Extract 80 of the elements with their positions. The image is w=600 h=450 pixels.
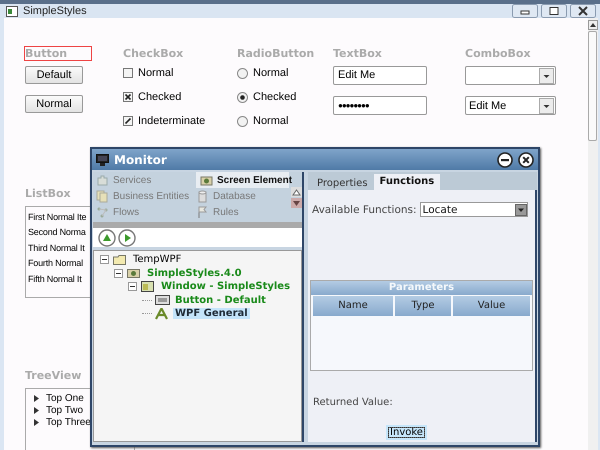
window-title: Monitor (114, 152, 167, 166)
scrollbar[interactable] (588, 18, 598, 450)
field-label: Returned Value: (312, 397, 394, 408)
tree-node[interactable]: Button - Default (173, 294, 268, 306)
collapse-icon[interactable] (114, 268, 123, 278)
collapse-icon[interactable] (100, 255, 109, 264)
checkbox[interactable] (123, 92, 133, 102)
button[interactable]: Default (25, 66, 83, 84)
minimize-icon[interactable] (497, 152, 513, 168)
ok-button-icon (155, 294, 170, 306)
maximize-icon[interactable] (541, 4, 567, 18)
database-icon (196, 190, 209, 202)
dots-icon (96, 206, 109, 218)
text-field[interactable]: Edit Me (333, 66, 427, 85)
tree-node[interactable]: Window - SimpleStyles (159, 281, 292, 292)
letter-icon (155, 308, 170, 320)
radio-label: Checked (253, 91, 296, 103)
tree-node[interactable]: TempWPF (131, 254, 184, 266)
tree-item[interactable]: Top Three (46, 416, 91, 428)
column-header[interactable]: Value (453, 296, 530, 316)
tab-label: Database (213, 190, 256, 202)
close-icon[interactable] (518, 152, 534, 168)
checkbox-label: Checked (138, 91, 182, 103)
collapse-icon[interactable] (128, 282, 137, 292)
checkbox-label: Normal (138, 67, 174, 79)
list-item[interactable]: Fourth Normal (28, 256, 83, 272)
password-field[interactable]: ●●●●●●●● (333, 96, 427, 115)
close-icon[interactable] (570, 4, 596, 18)
minimize-icon[interactable] (512, 4, 538, 18)
section-label: Button (25, 47, 92, 60)
checkbox-label: Indeterminate (138, 115, 206, 127)
combo-box[interactable]: Edit Me (465, 96, 556, 115)
list-item[interactable]: Third Normal It (28, 240, 85, 256)
button[interactable]: Normal (25, 95, 83, 113)
list-item[interactable]: First Normal Ite (28, 210, 86, 226)
tab[interactable]: Properties (311, 176, 374, 190)
window-icon (141, 280, 156, 293)
tree-item[interactable]: Top One (46, 392, 84, 404)
column-header[interactable]: Name (313, 296, 393, 316)
documents-icon (96, 190, 109, 202)
column-header[interactable]: Type (395, 296, 451, 316)
list-item[interactable]: Fifth Normal It (28, 272, 82, 287)
section-label: RadioButton (237, 47, 314, 60)
scroll-down-icon[interactable] (291, 198, 302, 208)
section-label: ListBox (25, 187, 71, 200)
puzzle-icon (96, 174, 109, 186)
function-dropdown[interactable]: Locate (420, 202, 528, 217)
tab[interactable]: Functions (374, 174, 440, 190)
section-label: CheckBox (123, 47, 184, 60)
flag-icon (196, 206, 209, 218)
section-label: TextBox (333, 47, 382, 60)
radio-label: Normal (253, 115, 288, 127)
checkbox[interactable] (123, 68, 133, 78)
radio-button[interactable] (237, 116, 248, 126)
radio-label: Normal (253, 67, 288, 79)
checkbox[interactable] (123, 116, 133, 126)
invoke-button[interactable]: Invoke (386, 425, 427, 440)
tab-label: Business Entities (113, 190, 190, 202)
camera-icon (127, 267, 142, 280)
tree-node[interactable]: SimpleStyles.4.0 (145, 268, 244, 279)
tab-label: Services (113, 174, 152, 186)
folder-icon (113, 254, 128, 266)
scroll-thumb[interactable] (588, 31, 597, 141)
scroll-up-icon[interactable] (291, 186, 302, 196)
radio-button[interactable] (237, 68, 248, 78)
tab-label: Rules (213, 206, 239, 218)
play-icon[interactable] (118, 228, 136, 246)
monitor-icon (96, 154, 109, 166)
window-title: SimpleStyles (23, 5, 87, 17)
radio-button[interactable] (237, 92, 248, 102)
tree-node[interactable]: WPF General (173, 308, 250, 320)
table-title: Parameters (311, 281, 532, 295)
camera-icon (200, 174, 213, 186)
scroll-up-icon[interactable] (588, 20, 598, 30)
tree-item[interactable]: Top Two (46, 404, 84, 416)
field-label: Available Functions: (312, 204, 417, 216)
list-item[interactable]: Second Norma (28, 225, 86, 241)
section-label: TreeView (25, 369, 82, 382)
section-label: ComboBox (465, 47, 531, 60)
tab-label: Flows (113, 206, 140, 218)
